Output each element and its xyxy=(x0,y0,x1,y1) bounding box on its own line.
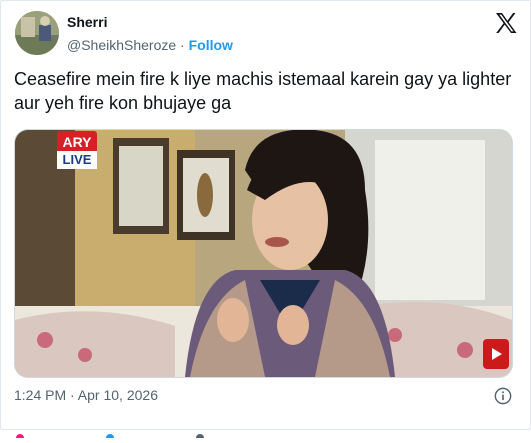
user-info: Sherri @SheikhSheroze · Follow xyxy=(67,13,233,55)
live-badge: LIVE xyxy=(57,151,97,169)
channel-badge: ARY xyxy=(57,131,97,153)
tweet-card[interactable]: Sherri @SheikhSheroze · Follow Ceasefire… xyxy=(0,0,531,442)
tweet-header: Sherri @SheikhSheroze · Follow xyxy=(11,9,520,59)
avatar[interactable] xyxy=(15,11,59,55)
user-handle[interactable]: @SheikhSheroze xyxy=(67,37,176,53)
info-icon[interactable] xyxy=(494,387,512,405)
user-name[interactable]: Sherri xyxy=(67,13,233,31)
follow-button[interactable]: Follow xyxy=(189,37,233,53)
tweet-text: Ceasefire mein fire k liye machis istema… xyxy=(14,69,512,113)
youtube-icon xyxy=(483,339,509,369)
user-meta: @SheikhSheroze · Follow xyxy=(67,35,233,55)
x-logo-icon[interactable] xyxy=(494,11,518,35)
separator: · xyxy=(176,37,189,53)
tweet-actions[interactable] xyxy=(14,425,234,442)
tweet-timestamp[interactable]: 1:24 PM · Apr 10, 2026 xyxy=(14,387,158,403)
